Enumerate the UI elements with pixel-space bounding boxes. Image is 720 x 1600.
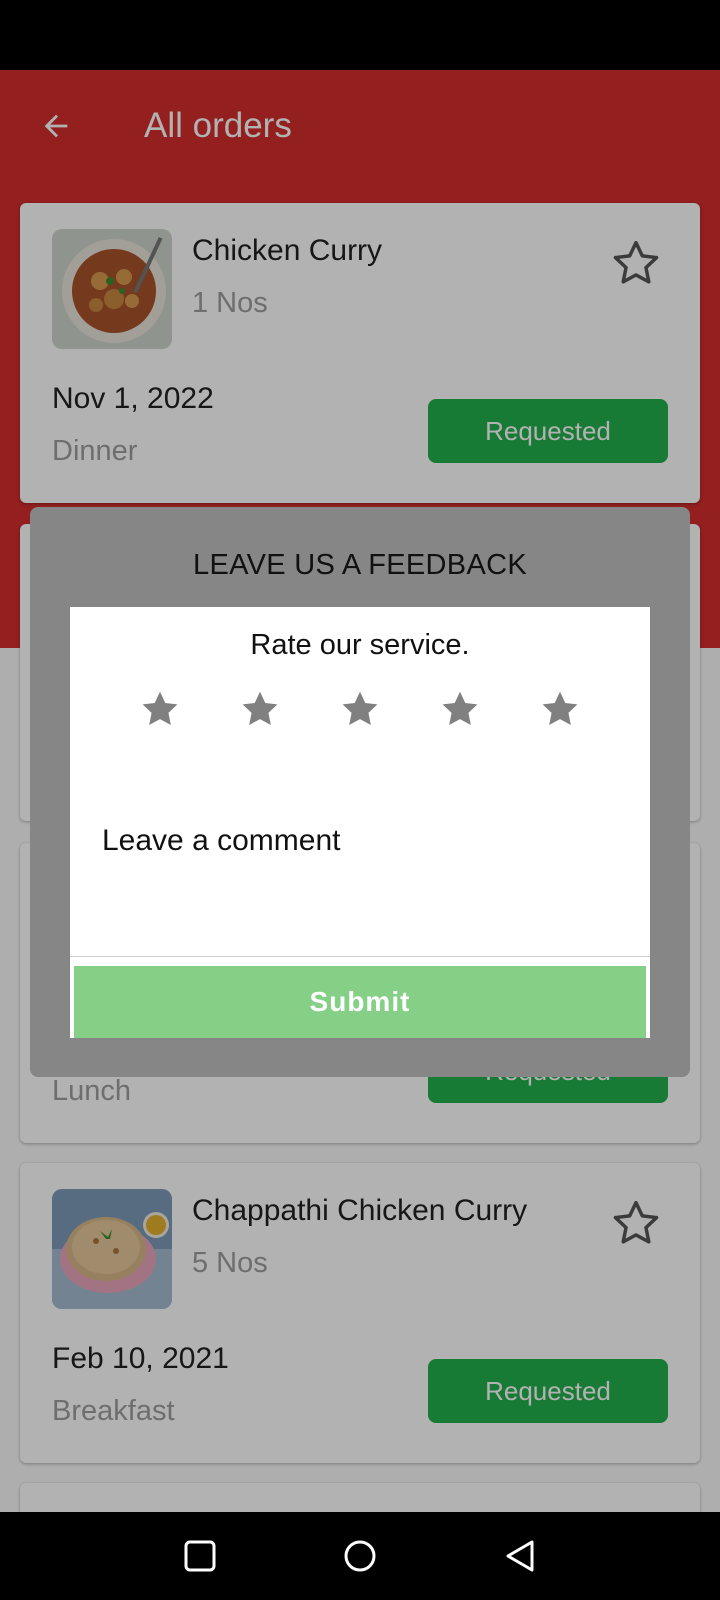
circle-icon (344, 1540, 376, 1572)
rating-stars (138, 687, 582, 731)
rate-prompt: Rate our service. (250, 629, 470, 661)
comment-placeholder: Leave a comment (102, 824, 341, 857)
star-icon[interactable] (338, 687, 382, 731)
dialog-title: LEAVE US A FEEDBACK (193, 549, 527, 581)
status-bar (0, 0, 720, 70)
star-icon[interactable] (138, 687, 182, 731)
home-button[interactable] (330, 1526, 390, 1586)
back-nav-button[interactable] (490, 1526, 550, 1586)
star-icon[interactable] (538, 687, 582, 731)
star-icon[interactable] (438, 687, 482, 731)
triangle-back-icon (506, 1540, 534, 1572)
comment-input[interactable]: Leave a comment (70, 787, 650, 957)
feedback-panel: Rate our service. Leave a comment Submit (70, 607, 650, 1038)
recents-button[interactable] (170, 1526, 230, 1586)
submit-button[interactable]: Submit (74, 966, 646, 1038)
system-nav-bar (0, 1512, 720, 1600)
star-icon[interactable] (238, 687, 282, 731)
square-icon (184, 1540, 216, 1572)
feedback-dialog: LEAVE US A FEEDBACK Rate our service. Le… (30, 507, 690, 1077)
